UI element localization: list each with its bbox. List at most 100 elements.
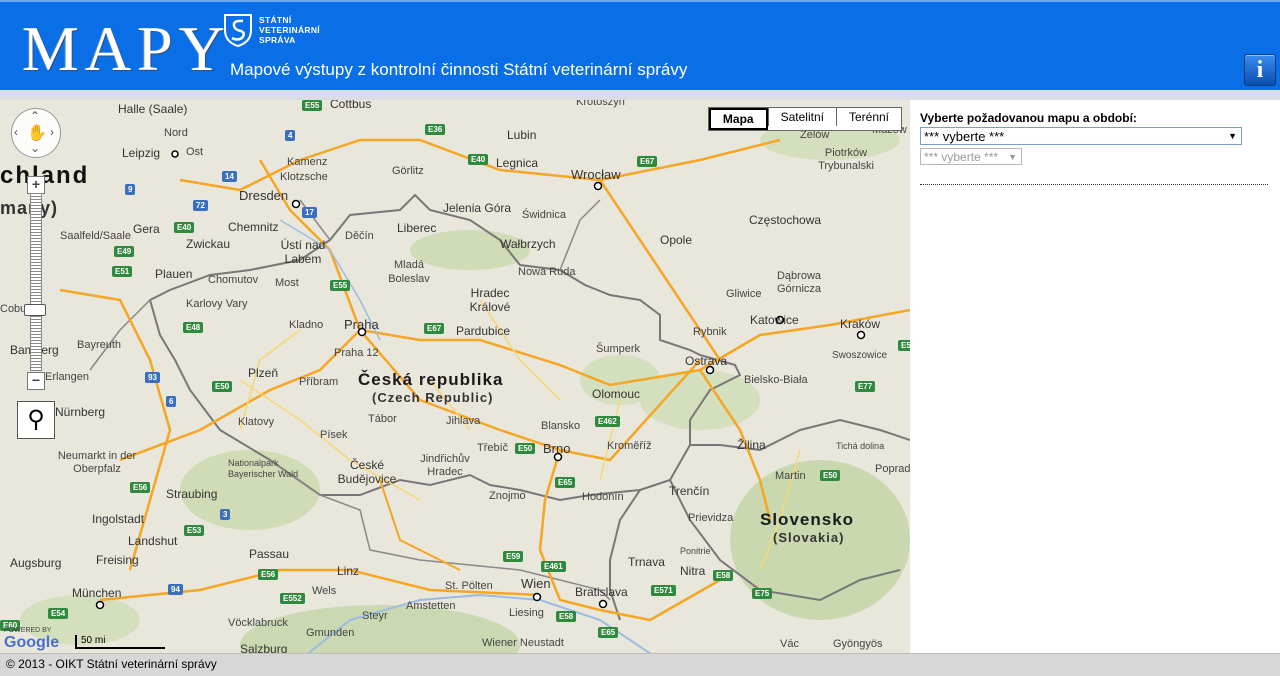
city-label: Tábor <box>368 413 397 425</box>
city-label: Praha <box>344 317 379 332</box>
city-label: Kraków <box>840 317 881 331</box>
city-label: Vöcklabruck <box>228 617 288 629</box>
zoom-slider-track[interactable] <box>30 193 42 371</box>
city-label: Nationalpark Bayerischer Wald <box>228 458 299 479</box>
city-label: Hradec Králové <box>469 286 511 314</box>
city-label: Dąbrowa Górnicza <box>776 270 822 295</box>
city-label: Freising <box>96 553 139 567</box>
city-label: Rybnik <box>693 326 727 338</box>
svs-emblem-icon <box>224 14 252 48</box>
road-shield: E57 <box>898 340 910 351</box>
map-type-map-button[interactable]: Mapa <box>708 108 768 130</box>
city-label: Klatovy <box>238 416 275 428</box>
header-separator <box>0 90 1280 100</box>
pan-left-icon[interactable]: ‹ <box>14 126 18 138</box>
city-label: Chomutov <box>208 274 259 286</box>
road-shield: E49 <box>114 246 135 257</box>
road-shield: 3 <box>220 509 231 520</box>
city-label: Mladá Boleslav <box>388 259 430 285</box>
city-label: Neumarkt in der Oberpfalz <box>57 450 137 475</box>
city-label: Karlovy Vary <box>186 298 248 310</box>
map-type-satellite-button[interactable]: Satelitní <box>767 108 836 126</box>
google-attribution: POWERED BY Google <box>4 627 59 651</box>
city-label: Nowa Ruda <box>518 266 576 278</box>
city-label: Wrocław <box>571 167 621 182</box>
city-label: Jelenia Góra <box>443 201 512 215</box>
city-label: Wiener Neustadt <box>482 637 564 649</box>
city-label: Liesing <box>509 607 544 619</box>
city-label: Hodonín <box>582 491 624 503</box>
pan-right-icon[interactable]: › <box>50 126 54 138</box>
road-shield: E77 <box>855 381 876 392</box>
city-label: Prievidza <box>688 512 734 524</box>
city-label: Děčín <box>345 230 374 242</box>
google-logo[interactable]: Google <box>4 635 59 651</box>
road-shield: E50 <box>212 381 233 392</box>
city-label: Wałbrzych <box>500 237 556 251</box>
city-label: Bratislava <box>575 585 628 599</box>
road-shield: 72 <box>193 200 208 211</box>
road-shield: 9 <box>125 184 136 195</box>
road-shield: E55 <box>330 280 351 291</box>
road-shield: E65 <box>555 477 576 488</box>
city-label: Třebíč <box>477 442 509 454</box>
city-label: Wels <box>312 585 337 597</box>
pan-down-icon[interactable]: ⌄ <box>30 142 40 154</box>
road-shield: E56 <box>130 482 151 493</box>
city-label: Lubin <box>507 128 537 142</box>
city-label: Šumperk <box>596 343 641 355</box>
road-shield: E462 <box>595 416 620 427</box>
zoom-out-button[interactable]: − <box>27 372 45 390</box>
pan-up-icon[interactable]: ⌃ <box>30 110 40 122</box>
city-label: Trnava <box>628 555 665 569</box>
dropdown-arrow-icon: ▼ <box>1008 152 1017 162</box>
city-label: Ústí nad Labem <box>280 238 326 266</box>
city-label: Bayreuth <box>77 339 122 351</box>
road-shield: E54 <box>48 608 69 619</box>
city-label: Klotzsche <box>280 171 328 183</box>
agency-line-2: VETERINÁRNÍ <box>259 25 320 35</box>
map-type-select-value: *** vyberte *** <box>924 129 1005 144</box>
road-shield: 94 <box>168 584 183 595</box>
road-shield: 17 <box>302 207 317 218</box>
city-label: Vác <box>780 638 799 650</box>
city-label: Katowice <box>750 313 799 327</box>
page-subtitle: Mapové výstupy z kontrolní činnosti Stát… <box>230 60 688 79</box>
map-type-select[interactable]: *** vyberte *** ▼ <box>920 127 1242 145</box>
road-shield: E75 <box>752 588 773 599</box>
city-label: Nitra <box>680 564 706 578</box>
road-shield: E67 <box>424 323 445 334</box>
city-label: Gmunden <box>306 627 355 639</box>
info-button[interactable]: i <box>1244 54 1276 86</box>
city-label: Martin <box>775 470 806 482</box>
city-label: Częstochowa <box>749 213 822 227</box>
map-canvas[interactable]: chland many) Česká republika (Czech Repu… <box>0 100 910 653</box>
city-label: Trenčín <box>669 484 710 498</box>
zoom-in-button[interactable]: + <box>27 176 45 194</box>
period-select[interactable]: *** vyberte *** ▼ <box>920 148 1022 165</box>
pan-control[interactable]: ⌃ ‹ › ⌄ ✋ <box>11 108 61 158</box>
city-label: Gliwice <box>726 288 762 300</box>
road-shield: E51 <box>112 266 133 277</box>
road-shield: E571 <box>651 585 676 596</box>
agency-name: STÁTNÍ VETERINÁRNÍ SPRÁVA <box>259 15 320 45</box>
road-shield: 4 <box>285 130 296 141</box>
city-label: Pardubice <box>456 324 511 338</box>
city-label: Ponitrie <box>680 546 711 556</box>
country-sublabel-germany: many) <box>0 198 59 218</box>
city-label: Legnica <box>496 156 539 170</box>
city-label: Plzeň <box>248 366 279 380</box>
agency-line-3: SPRÁVA <box>259 35 296 45</box>
map-type-terrain-button[interactable]: Terénní <box>835 108 901 126</box>
selection-prompt: Vyberte požadovanou mapu a období: <box>920 111 1137 125</box>
city-label: Görlitz <box>392 165 424 177</box>
road-shield: 93 <box>145 372 160 383</box>
magnifier-icon[interactable]: ⚲ <box>17 401 55 439</box>
city-label: Krotoszyn <box>576 100 625 108</box>
city-label: Kamenz <box>287 156 328 168</box>
country-sublabel-czech: (Czech Republic) <box>372 390 494 405</box>
city-label: Chemnitz <box>228 220 279 234</box>
zoom-slider-handle[interactable] <box>24 304 46 316</box>
city-label: Jindřichův Hradec <box>420 453 470 478</box>
city-label: Liberec <box>397 221 437 235</box>
